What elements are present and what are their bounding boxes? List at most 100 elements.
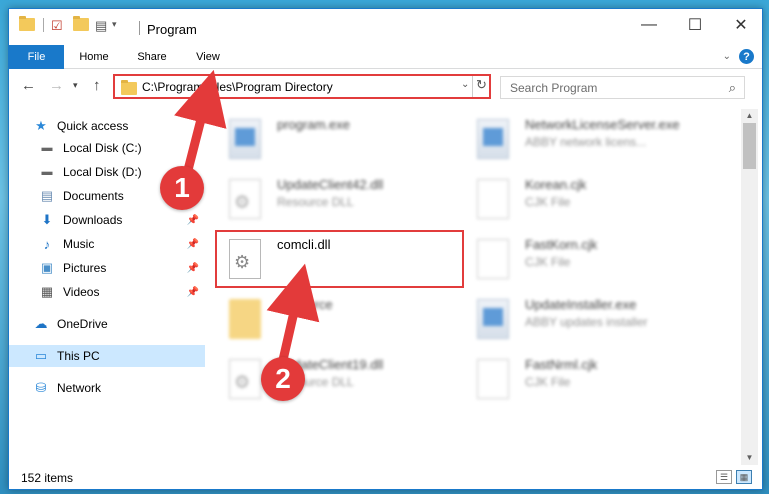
folder-icon [229,299,261,339]
step-2-badge: 2 [261,357,305,401]
file-item[interactable]: Resource [223,293,463,349]
exe-icon [477,119,509,159]
sidebar-item-quick-access[interactable]: ★ Quick access [9,115,205,137]
tab-view[interactable]: View [183,45,233,69]
file-name: NetworkLicenseServer.exe [525,117,680,132]
sidebar-item-onedrive[interactable]: ☁ OneDrive [9,313,205,335]
file-item[interactable]: program.exe [223,113,463,169]
network-icon: ⛁ [35,380,47,395]
sidebar-item-videos[interactable]: ▦ Videos 📌 [9,281,205,303]
file-type: CJK File [525,375,571,389]
up-button[interactable]: ↑ [93,77,101,94]
file-item[interactable]: FastNrml.cjk CJK File [471,353,711,409]
file-type: ABBY network licens... [525,135,647,149]
refresh-icon[interactable]: ↻ [476,77,487,93]
maximize-button[interactable]: ☐ [672,9,718,41]
document-icon [477,239,509,279]
folder-icon [19,16,35,31]
address-path[interactable]: C:\Program Files\Program Directory [142,80,333,94]
expand-ribbon-icon[interactable]: ⌄ [723,51,731,62]
scroll-up-icon[interactable]: ▲ [741,111,758,120]
file-item[interactable]: FastKorn.cjk CJK File [471,233,711,289]
pin-icon[interactable]: 📌 [187,263,199,274]
file-item[interactable]: UpdateInstaller.exe ABBY updates install… [471,293,711,349]
download-icon: ⬇ [41,212,53,227]
pin-icon[interactable]: 📌 [187,287,199,298]
search-placeholder: Search Program [510,81,598,95]
drive-icon: ▬ [41,166,53,178]
sidebar-item-pictures[interactable]: ▣ Pictures 📌 [9,257,205,279]
recent-locations-button[interactable]: ▾ [73,80,78,91]
videos-icon: ▦ [40,284,54,299]
sidebar-item-label: Music [63,237,95,251]
star-icon: ★ [35,118,47,133]
sidebar-item-label: Network [57,381,102,395]
customize-qat-icon[interactable]: ▤ [95,18,107,34]
pc-icon: ▭ [34,348,48,363]
sidebar-item-label: Pictures [63,261,107,275]
vertical-scrollbar[interactable]: ▲ ▼ [741,109,758,465]
pin-icon[interactable]: 📌 [187,215,199,226]
exe-icon [229,119,261,159]
exe-icon [477,299,509,339]
sidebar-item-downloads[interactable]: ⬇ Downloads 📌 [9,209,205,231]
sidebar-item-label: Documents [63,189,124,203]
tab-file[interactable]: File [9,45,64,69]
file-name: FastKorn.cjk [525,237,598,252]
file-type: Resource DLL [277,195,354,209]
sidebar-item-this-pc[interactable]: ▭ This PC [9,345,205,367]
sidebar-item-label: OneDrive [57,317,108,331]
file-item[interactable]: NetworkLicenseServer.exe ABBY network li… [471,113,711,169]
documents-icon: ▤ [40,188,54,203]
file-item[interactable]: UpdateClient42.dll Resource DLL [223,173,463,229]
onedrive-icon: ☁ [34,316,48,331]
address-dropdown-icon[interactable]: ⌄ [461,79,469,90]
pin-icon[interactable]: 📌 [187,239,199,250]
drive-icon: ▬ [41,142,53,154]
tab-share[interactable]: Share [127,45,177,69]
title-bar: ☑ ▤ ▾ Program — ☐ ✕ [9,9,762,41]
new-folder-icon[interactable] [73,16,89,31]
file-type: CJK File [525,195,571,209]
details-view-icon[interactable]: ☰ [716,470,732,484]
file-item[interactable]: UpdateClient19.dll Resource DLL [223,353,463,409]
view-switcher: ☰ ▦ [716,470,752,484]
sidebar-item-label: Local Disk (C:) [63,141,142,155]
scroll-thumb[interactable] [743,123,756,169]
file-type: ABBY updates installer [525,315,648,329]
minimize-button[interactable]: — [626,9,672,41]
sidebar-item-local-disk-c[interactable]: ▬ Local Disk (C:) [9,137,205,159]
item-count: 152 items [21,471,74,485]
file-name: Resource [277,297,333,312]
address-bar[interactable]: C:\Program Files\Program Directory ⌄ ↻ [113,74,491,99]
dll-icon [229,179,261,219]
file-item[interactable]: Korean.cjk CJK File [471,173,711,229]
help-icon[interactable]: ? [739,49,754,64]
target-file-highlight [215,230,464,288]
dll-icon [229,359,261,399]
document-icon [477,179,509,219]
sidebar-item-music[interactable]: ♪ Music 📌 [9,233,205,255]
properties-icon[interactable]: ☑ [51,18,63,34]
step-1-badge: 1 [160,166,204,210]
qat-dropdown-icon[interactable]: ▾ [112,19,117,30]
ribbon-tabs: File Home Share View ⌄ ? [9,45,762,69]
title-divider [139,21,140,35]
file-name: UpdateClient42.dll [277,177,384,192]
file-name: Korean.cjk [525,177,587,192]
qat-divider [43,18,44,32]
scroll-down-icon[interactable]: ▼ [741,453,758,462]
close-button[interactable]: ✕ [718,9,764,41]
sidebar-item-label: Local Disk (D:) [63,165,142,179]
back-button[interactable]: ← [21,77,36,94]
sidebar-item-network[interactable]: ⛁ Network [9,377,205,399]
search-icon[interactable]: ⌕ [729,80,736,96]
pictures-icon: ▣ [40,260,54,275]
tab-home[interactable]: Home [69,45,119,69]
large-icons-view-icon[interactable]: ▦ [736,470,752,484]
folder-icon [121,80,137,98]
navigation-pane: ★ Quick access ▬ Local Disk (C:) ▬ Local… [9,109,205,465]
window-title: Program [147,22,197,37]
search-input[interactable]: Search Program ⌕ [500,76,745,99]
forward-button[interactable]: → [49,77,64,94]
